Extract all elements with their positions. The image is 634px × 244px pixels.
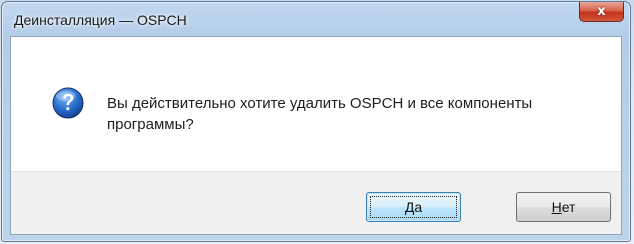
no-button[interactable]: Нет: [516, 192, 611, 222]
message-area: Вы действительно хотите удалить OSPCH и …: [11, 37, 621, 171]
uninstall-dialog: Деинсталляция — OSPCH x Вы действительно…: [1, 1, 631, 242]
window-title: Деинсталляция — OSPCH: [14, 12, 187, 28]
no-label-rest: ет: [561, 199, 576, 215]
confirmation-message: Вы действительно хотите удалить OSPCH и …: [107, 95, 533, 133]
focus-rectangle: [370, 196, 457, 218]
question-icon: [52, 87, 84, 119]
no-mnemonic: Н: [551, 199, 562, 215]
title-bar[interactable]: Деинсталляция — OSPCH x: [2, 2, 630, 36]
dialog-client-area: Вы действительно хотите удалить OSPCH и …: [10, 36, 622, 235]
button-bar: Да Нет: [11, 171, 621, 234]
yes-button[interactable]: Да: [366, 192, 461, 222]
close-button[interactable]: x: [579, 2, 624, 22]
close-icon: x: [597, 4, 606, 19]
